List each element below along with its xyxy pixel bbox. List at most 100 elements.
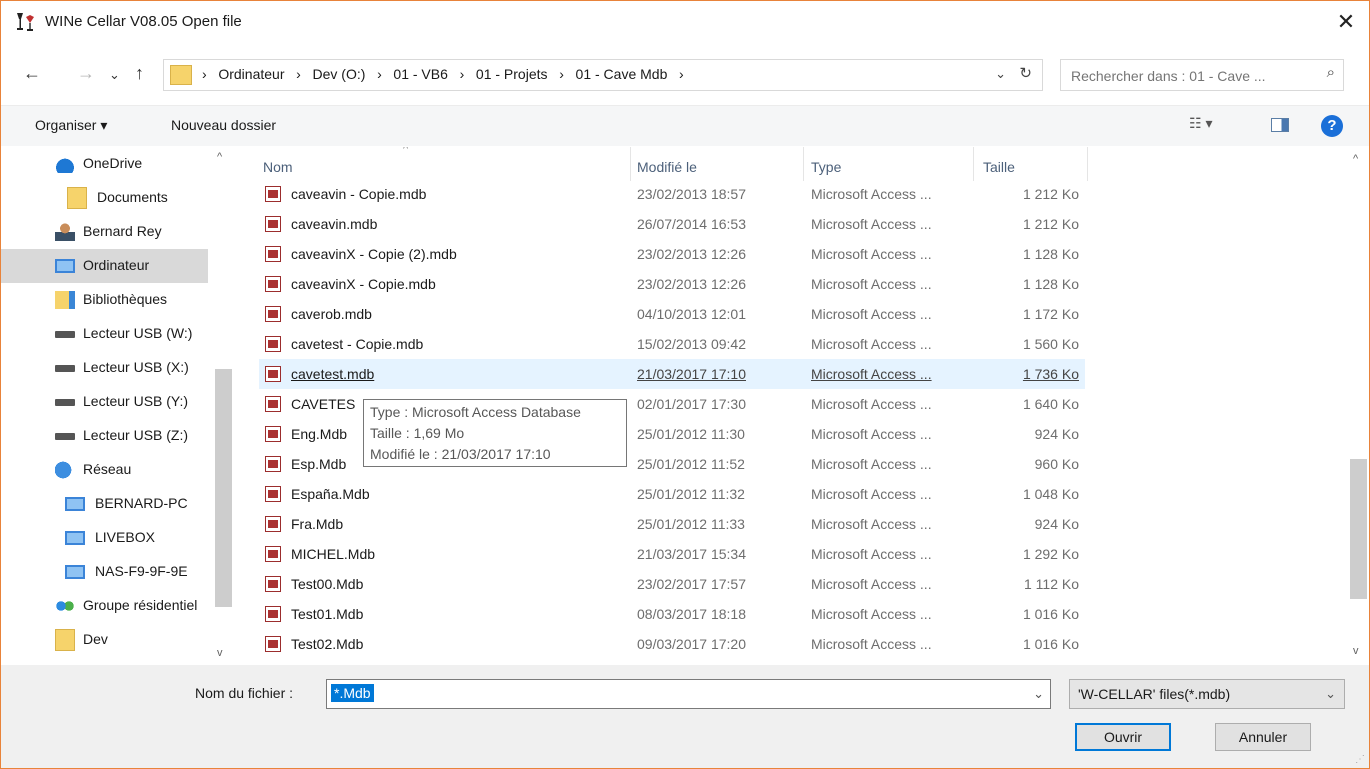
file-modified: 23/02/2013 12:26 (637, 276, 746, 292)
column-divider[interactable] (973, 147, 974, 181)
file-row[interactable]: caveavin - Copie.mdb 23/02/2013 18:57 Micr… (259, 179, 1085, 209)
sidebar-item-reseau[interactable]: Réseau (1, 453, 208, 487)
file-row[interactable]: cavetest - Copie.mdb 15/02/2013 09:42 Micr… (259, 329, 1085, 359)
file-row[interactable]: MICHEL.Mdb 21/03/2017 15:34 Microsoft Acce… (259, 539, 1085, 569)
tooltip-size: Taille : 1,69 Mo (370, 425, 465, 441)
new-folder-button[interactable]: Nouveau dossier (171, 117, 276, 133)
file-row[interactable]: España.Mdb 25/01/2012 11:32 Microsoft Acce… (259, 479, 1085, 509)
title-bar: WINe Cellar V08.05 Open file ✕ (1, 1, 1369, 43)
file-row[interactable]: Test00.Mdb 23/02/2017 17:57 Microsoft Acce… (259, 569, 1085, 599)
breadcrumb-vb6[interactable]: 01 - VB6 (393, 66, 447, 82)
scroll-thumb[interactable] (215, 369, 232, 607)
file-row[interactable]: caveavinX - Copie.mdb 23/02/2013 12:26 Mic… (259, 269, 1085, 299)
column-divider[interactable] (803, 147, 804, 181)
filename-value[interactable]: *.Mdb (331, 684, 374, 702)
sidebar-item-usb-y[interactable]: Lecteur USB (Y:) (1, 385, 208, 419)
sidebar-item-documents[interactable]: Documents (1, 181, 208, 215)
search-box[interactable]: ⌕ (1060, 59, 1344, 91)
sidebar-scrollbar[interactable]: ^ v (209, 147, 233, 665)
navigation-bar: ← → ⌄ ↑ › Ordinateur › Dev (O:) › 01 - V… (1, 59, 1369, 93)
refresh-icon[interactable]: ↻ (1019, 64, 1032, 82)
chevron-down-icon[interactable]: ⌄ (1033, 686, 1044, 702)
breadcrumb-dev[interactable]: Dev (O:) (313, 66, 366, 82)
sidebar-item-groupe-residentiel[interactable]: Groupe résidentiel (1, 589, 208, 623)
column-header-modified[interactable]: Modifié le (637, 159, 697, 175)
sidebar-item-usb-z[interactable]: Lecteur USB (Z:) (1, 419, 208, 453)
access-database-icon (265, 186, 281, 202)
sidebar-item-bernard-pc[interactable]: BERNARD-PC (1, 487, 208, 521)
sidebar-item-bernard-rey[interactable]: Bernard Rey (1, 215, 208, 249)
sidebar-item-ordinateur[interactable]: Ordinateur (1, 249, 208, 283)
sidebar-item-onedrive[interactable]: OneDrive (1, 147, 208, 181)
up-arrow-icon[interactable]: ↑ (135, 63, 144, 84)
sidebar-item-usb-x[interactable]: Lecteur USB (X:) (1, 351, 208, 385)
breadcrumb-ordinateur[interactable]: Ordinateur (218, 66, 284, 82)
column-header-size[interactable]: Taille (983, 159, 1015, 175)
file-row[interactable]: cavetest.mdb 21/03/2017 17:10 Microsoft Ac… (259, 359, 1085, 389)
file-name: Test01.Mdb (291, 606, 364, 622)
access-database-icon (265, 576, 281, 592)
column-divider[interactable] (1087, 147, 1088, 181)
open-button[interactable]: Ouvrir (1075, 723, 1171, 751)
chevron-down-icon[interactable]: ⌄ (1325, 686, 1336, 702)
file-modified: 25/01/2012 11:52 (637, 456, 745, 472)
forward-arrow-icon[interactable]: → (77, 63, 95, 84)
sidebar-item-livebox[interactable]: LIVEBOX (1, 521, 208, 555)
back-arrow-icon[interactable]: ← (23, 63, 41, 84)
file-modified: 08/03/2017 18:18 (637, 606, 746, 622)
address-bar[interactable]: › Ordinateur › Dev (O:) › 01 - VB6 › 01 … (163, 59, 1043, 91)
close-button[interactable]: ✕ (1323, 1, 1369, 43)
access-database-icon (265, 636, 281, 652)
file-row[interactable]: caverob.mdb 04/10/2013 12:01 Microsoft Acc… (259, 299, 1085, 329)
file-type: Microsoft Access ... (811, 396, 932, 412)
file-row[interactable]: caveavin.mdb 26/07/2014 16:53 Microsoft Ac… (259, 209, 1085, 239)
file-size: 1 048 Ko (1022, 486, 1079, 502)
organize-button[interactable]: Organiser ▾ (35, 117, 107, 134)
file-modified: 26/07/2014 16:53 (637, 216, 746, 232)
file-modified: 23/02/2017 17:57 (637, 576, 746, 592)
access-database-icon (265, 486, 281, 502)
sidebar-item-dev[interactable]: Dev (1, 623, 208, 657)
file-size: 1 016 Ko (1022, 606, 1079, 622)
file-modified: 04/10/2013 12:01 (637, 306, 746, 322)
file-list-scrollbar[interactable]: ^ v (1345, 147, 1369, 665)
scroll-thumb[interactable] (1350, 459, 1367, 599)
sidebar-item-nas[interactable]: NAS-F9-9F-9E (1, 555, 208, 589)
breadcrumb-separator[interactable]: › (679, 66, 684, 82)
filename-field[interactable]: *.Mdb ⌄ (326, 679, 1051, 709)
help-icon[interactable]: ? (1321, 115, 1343, 137)
sidebar-item-usb-w[interactable]: Lecteur USB (W:) (1, 317, 208, 351)
file-row[interactable]: Fra.Mdb 25/01/2012 11:33 Microsoft Access … (259, 509, 1085, 539)
scroll-down-icon[interactable]: v (1353, 645, 1359, 657)
breadcrumb-projets[interactable]: 01 - Projets (476, 66, 548, 82)
search-input[interactable] (1069, 65, 1313, 87)
scroll-up-icon[interactable]: ^ (217, 151, 222, 163)
scroll-up-icon[interactable]: ^ (1353, 153, 1358, 165)
file-row[interactable]: Test02.Mdb 09/03/2017 17:20 Microsoft Acce… (259, 629, 1085, 659)
address-dropdown-icon[interactable]: ⌄ (995, 66, 1006, 82)
sidebar-item-label: BERNARD-PC (95, 495, 188, 511)
breadcrumb-cave-mdb[interactable]: 01 - Cave Mdb (576, 66, 668, 82)
file-row[interactable]: Test01.Mdb 08/03/2017 18:18 Microsoft Acce… (259, 599, 1085, 629)
search-icon[interactable]: ⌕ (1327, 64, 1335, 81)
file-size: 1 212 Ko (1022, 216, 1079, 232)
scroll-down-icon[interactable]: v (217, 647, 223, 659)
app-wine-icon (17, 13, 34, 31)
column-header-name[interactable]: Nom (263, 159, 293, 175)
filetype-select[interactable]: 'W-CELLAR' files(*.mdb) ⌄ (1069, 679, 1345, 709)
file-name: Esp.Mdb (291, 456, 347, 472)
recent-locations-icon[interactable]: ⌄ (109, 67, 120, 83)
access-database-icon (265, 246, 281, 262)
network-icon (55, 461, 75, 479)
access-database-icon (265, 546, 281, 562)
preview-pane-icon[interactable] (1271, 118, 1289, 132)
view-options-icon[interactable]: ☷ ▾ (1189, 115, 1212, 132)
sidebar-item-bibliotheques[interactable]: Bibliothèques (1, 283, 208, 317)
file-name: Fra.Mdb (291, 516, 344, 532)
column-header-type[interactable]: Type (811, 159, 841, 175)
cancel-button[interactable]: Annuler (1215, 723, 1311, 751)
file-row[interactable]: caveavinX - Copie (2).mdb 23/02/2013 12:2… (259, 239, 1085, 269)
sidebar-item-label: LIVEBOX (95, 529, 155, 545)
column-divider[interactable] (630, 147, 631, 181)
resize-grip-icon[interactable]: ⋰ (1355, 754, 1365, 765)
